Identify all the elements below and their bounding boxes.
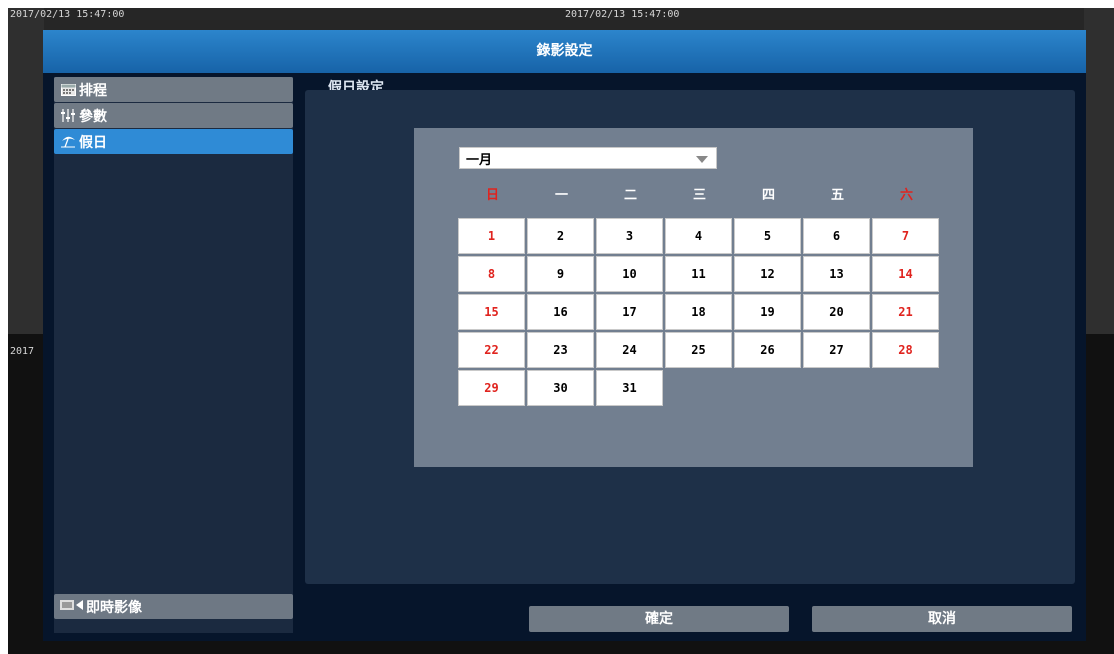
live-view-label: 即時影像 xyxy=(86,599,142,616)
day-cell[interactable]: 23 xyxy=(527,332,594,368)
day-cell[interactable]: 9 xyxy=(527,256,594,292)
sidebar-item-holiday[interactable]: 假日 xyxy=(54,129,293,154)
beach-umbrella-icon xyxy=(60,135,76,149)
dialog-title: 錄影設定 xyxy=(43,30,1086,73)
weekday-label: 三 xyxy=(692,188,706,203)
weekday-label: 日 xyxy=(485,188,499,203)
sliders-icon xyxy=(60,109,76,123)
weekday-header: 日 一 二 三 四 五 六 xyxy=(458,184,946,206)
recording-settings-dialog: 錄影設定 排程 參數 假日 即時影像 假日設定 一月 日 一 二 三 四 五 六… xyxy=(43,30,1086,641)
sidebar-item-label: 假日 xyxy=(79,134,107,151)
month-select[interactable]: 一月 xyxy=(459,147,717,169)
sidebar-item-schedule[interactable]: 排程 xyxy=(54,77,293,102)
background-video-right xyxy=(1084,8,1114,334)
calendar-panel: 一月 日 一 二 三 四 五 六 1 2 3 4 5 6 7 8 9 10 11… xyxy=(414,128,973,467)
month-select-value: 一月 xyxy=(466,152,493,168)
osd-timestamp-mid: 2017 xyxy=(10,346,35,357)
content-panel: 一月 日 一 二 三 四 五 六 1 2 3 4 5 6 7 8 9 10 11… xyxy=(305,90,1075,584)
day-cell[interactable]: 12 xyxy=(734,256,801,292)
sidebar-item-label: 排程 xyxy=(79,82,107,99)
day-cell[interactable]: 4 xyxy=(665,218,732,254)
live-view-button[interactable]: 即時影像 xyxy=(54,594,293,619)
day-cell[interactable]: 10 xyxy=(596,256,663,292)
chevron-down-icon xyxy=(696,156,708,163)
day-cell[interactable]: 15 xyxy=(458,294,525,330)
sidebar-item-label: 參數 xyxy=(79,108,107,125)
osd-timestamp-center: 2017/02/13 15:47:00 xyxy=(565,9,680,20)
calendar-icon xyxy=(60,83,76,97)
day-cell[interactable]: 8 xyxy=(458,256,525,292)
cancel-button[interactable]: 取消 xyxy=(812,606,1072,632)
day-cell[interactable]: 24 xyxy=(596,332,663,368)
day-cell[interactable]: 26 xyxy=(734,332,801,368)
day-cell[interactable]: 7 xyxy=(872,218,939,254)
day-cell[interactable]: 31 xyxy=(596,370,663,406)
confirm-button[interactable]: 確定 xyxy=(529,606,789,632)
day-cell[interactable]: 1 xyxy=(458,218,525,254)
sidebar: 排程 參數 假日 即時影像 xyxy=(54,77,293,633)
dvr-screen: 2017/02/13 15:47:00 2017/02/13 15:47:00 … xyxy=(8,8,1114,654)
day-cell[interactable]: 14 xyxy=(872,256,939,292)
day-cell[interactable]: 27 xyxy=(803,332,870,368)
day-cell[interactable]: 19 xyxy=(734,294,801,330)
weekday-label: 四 xyxy=(761,188,775,203)
weekday-label: 一 xyxy=(554,188,568,203)
day-cell[interactable]: 2 xyxy=(527,218,594,254)
day-cell[interactable]: 22 xyxy=(458,332,525,368)
weekday-label: 二 xyxy=(623,188,637,203)
day-cell[interactable]: 20 xyxy=(803,294,870,330)
day-cell[interactable]: 25 xyxy=(665,332,732,368)
background-video-left xyxy=(8,8,44,334)
weekday-label: 五 xyxy=(830,188,844,203)
day-cell[interactable]: 16 xyxy=(527,294,594,330)
day-cell[interactable]: 28 xyxy=(872,332,939,368)
day-cell[interactable]: 29 xyxy=(458,370,525,406)
day-cell[interactable]: 5 xyxy=(734,218,801,254)
day-cell[interactable]: 13 xyxy=(803,256,870,292)
day-cell[interactable]: 6 xyxy=(803,218,870,254)
weekday-label: 六 xyxy=(899,188,913,203)
day-cell[interactable]: 21 xyxy=(872,294,939,330)
camera-icon xyxy=(60,599,86,615)
osd-timestamp-left: 2017/02/13 15:47:00 xyxy=(10,9,125,20)
day-cell[interactable]: 17 xyxy=(596,294,663,330)
day-cell[interactable]: 3 xyxy=(596,218,663,254)
day-cell[interactable]: 18 xyxy=(665,294,732,330)
sidebar-item-parameters[interactable]: 參數 xyxy=(54,103,293,128)
day-cell[interactable]: 30 xyxy=(527,370,594,406)
day-cell[interactable]: 11 xyxy=(665,256,732,292)
